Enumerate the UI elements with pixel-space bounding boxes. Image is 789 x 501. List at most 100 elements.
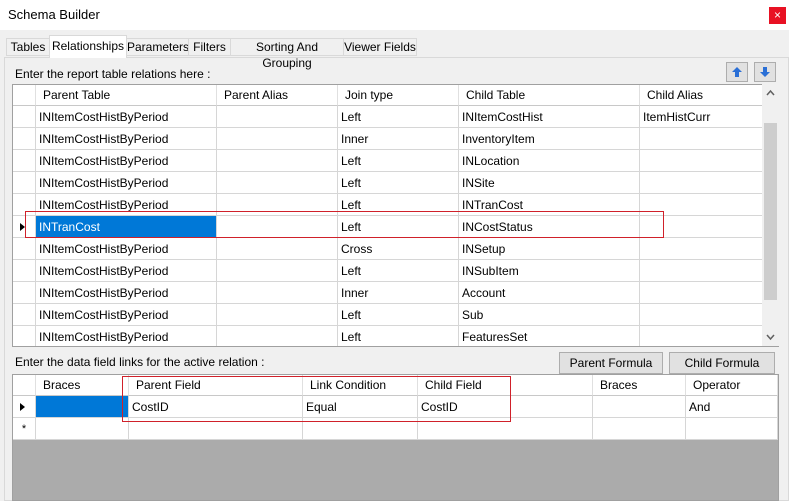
child-table-cell[interactable]: INLocation (459, 150, 640, 172)
tab-sorting-and-grouping[interactable]: Sorting And Grouping (230, 38, 344, 70)
link-condition-cell[interactable] (303, 418, 418, 440)
column-header-parent-table[interactable]: Parent Table (36, 85, 217, 106)
join-type-cell[interactable]: Left (338, 260, 459, 282)
join-type-cell[interactable]: Left (338, 106, 459, 128)
new-row[interactable]: * (13, 418, 778, 440)
row-header[interactable] (13, 106, 36, 128)
child-table-cell[interactable]: InventoryItem (459, 128, 640, 150)
row-header[interactable] (13, 326, 36, 346)
row-header[interactable] (13, 128, 36, 150)
tab-relationships[interactable]: Relationships (49, 35, 127, 58)
scroll-up-button[interactable] (764, 86, 777, 100)
parent-table-cell-selected[interactable]: INTranCost (36, 216, 217, 238)
column-header-braces-open[interactable]: Braces (36, 375, 129, 396)
row-header[interactable] (13, 216, 36, 238)
child-alias-cell[interactable] (640, 150, 765, 172)
parent-table-cell[interactable]: INItemCostHistByPeriod (36, 128, 217, 150)
parent-table-cell[interactable]: INItemCostHistByPeriod (36, 106, 217, 128)
parent-alias-cell[interactable] (217, 106, 338, 128)
parent-table-cell[interactable]: INItemCostHistByPeriod (36, 282, 217, 304)
operator-cell[interactable] (686, 418, 778, 440)
parent-alias-cell[interactable] (217, 216, 338, 238)
row-header[interactable] (13, 194, 36, 216)
move-down-button[interactable] (754, 62, 776, 82)
parent-alias-cell[interactable] (217, 260, 338, 282)
move-up-button[interactable] (726, 62, 748, 82)
join-type-cell[interactable]: Left (338, 194, 459, 216)
column-header-parent-alias[interactable]: Parent Alias (217, 85, 338, 106)
parent-table-cell[interactable]: INItemCostHistByPeriod (36, 238, 217, 260)
column-header-operator[interactable]: Operator (686, 375, 778, 396)
child-table-cell[interactable]: Sub (459, 304, 640, 326)
braces-open-cell[interactable] (36, 418, 129, 440)
row-header[interactable] (13, 282, 36, 304)
child-alias-cell[interactable] (640, 194, 765, 216)
parent-table-cell[interactable]: INItemCostHistByPeriod (36, 172, 217, 194)
child-table-cell[interactable]: INItemCostHist (459, 106, 640, 128)
child-table-cell[interactable]: Account (459, 282, 640, 304)
parent-alias-cell[interactable] (217, 304, 338, 326)
parent-field-cell[interactable]: CostID (129, 396, 303, 418)
link-condition-cell[interactable]: Equal (303, 396, 418, 418)
column-header-link-condition[interactable]: Link Condition (303, 375, 418, 396)
parent-table-cell[interactable]: INItemCostHistByPeriod (36, 194, 217, 216)
row-header[interactable] (13, 238, 36, 260)
child-table-cell[interactable]: FeaturesSet (459, 326, 640, 346)
scroll-down-button[interactable] (764, 330, 777, 344)
child-alias-cell[interactable] (640, 304, 765, 326)
row-header[interactable] (13, 172, 36, 194)
parent-table-cell[interactable]: INItemCostHistByPeriod (36, 326, 217, 346)
parent-alias-cell[interactable] (217, 238, 338, 260)
child-alias-cell[interactable] (640, 172, 765, 194)
tab-viewer-fields[interactable]: Viewer Fields (343, 38, 417, 56)
child-alias-cell[interactable] (640, 128, 765, 150)
parent-field-cell[interactable] (129, 418, 303, 440)
row-header[interactable] (13, 150, 36, 172)
row-header[interactable] (13, 260, 36, 282)
operator-cell[interactable]: And (686, 396, 778, 418)
child-alias-cell[interactable] (640, 216, 765, 238)
join-type-cell[interactable]: Cross (338, 238, 459, 260)
join-type-cell[interactable]: Left (338, 172, 459, 194)
links-grid[interactable]: Braces Parent Field Link Condition Child… (12, 374, 779, 501)
join-type-cell[interactable]: Left (338, 326, 459, 346)
parent-alias-cell[interactable] (217, 194, 338, 216)
relations-grid[interactable]: Parent Table Parent Alias Join type Chil… (12, 84, 779, 347)
join-type-cell[interactable]: Inner (338, 282, 459, 304)
parent-alias-cell[interactable] (217, 172, 338, 194)
braces-open-cell-selected[interactable] (36, 396, 129, 418)
braces-close-cell[interactable] (593, 396, 686, 418)
parent-alias-cell[interactable] (217, 150, 338, 172)
parent-table-cell[interactable]: INItemCostHistByPeriod (36, 260, 217, 282)
child-table-cell[interactable]: INSubItem (459, 260, 640, 282)
parent-table-cell[interactable]: INItemCostHistByPeriod (36, 304, 217, 326)
parent-alias-cell[interactable] (217, 282, 338, 304)
scrollbar-thumb[interactable] (764, 123, 777, 300)
join-type-cell[interactable]: Left (338, 216, 459, 238)
child-table-cell[interactable]: INTranCost (459, 194, 640, 216)
parent-formula-button[interactable]: Parent Formula (559, 352, 663, 374)
column-header-child-table[interactable]: Child Table (459, 85, 640, 106)
child-table-cell[interactable]: INSetup (459, 238, 640, 260)
tab-tables[interactable]: Tables (6, 38, 50, 56)
join-type-cell[interactable]: Left (338, 304, 459, 326)
child-formula-button[interactable]: Child Formula (669, 352, 775, 374)
child-alias-cell[interactable] (640, 238, 765, 260)
column-header-parent-field[interactable]: Parent Field (129, 375, 303, 396)
tab-filters[interactable]: Filters (188, 38, 231, 56)
child-field-cell[interactable] (418, 418, 593, 440)
close-button[interactable]: × (769, 7, 786, 24)
parent-alias-cell[interactable] (217, 326, 338, 346)
child-alias-cell[interactable] (640, 282, 765, 304)
braces-close-cell[interactable] (593, 418, 686, 440)
column-header-braces-close[interactable]: Braces (593, 375, 686, 396)
child-table-cell[interactable]: INCostStatus (459, 216, 640, 238)
table-row[interactable]: CostID Equal CostID And (13, 396, 778, 418)
column-header-join-type[interactable]: Join type (338, 85, 459, 106)
column-header-child-alias[interactable]: Child Alias (640, 85, 765, 106)
parent-alias-cell[interactable] (217, 128, 338, 150)
join-type-cell[interactable]: Left (338, 150, 459, 172)
child-alias-cell[interactable] (640, 326, 765, 346)
parent-table-cell[interactable]: INItemCostHistByPeriod (36, 150, 217, 172)
tab-parameters[interactable]: Parameters (126, 38, 189, 56)
